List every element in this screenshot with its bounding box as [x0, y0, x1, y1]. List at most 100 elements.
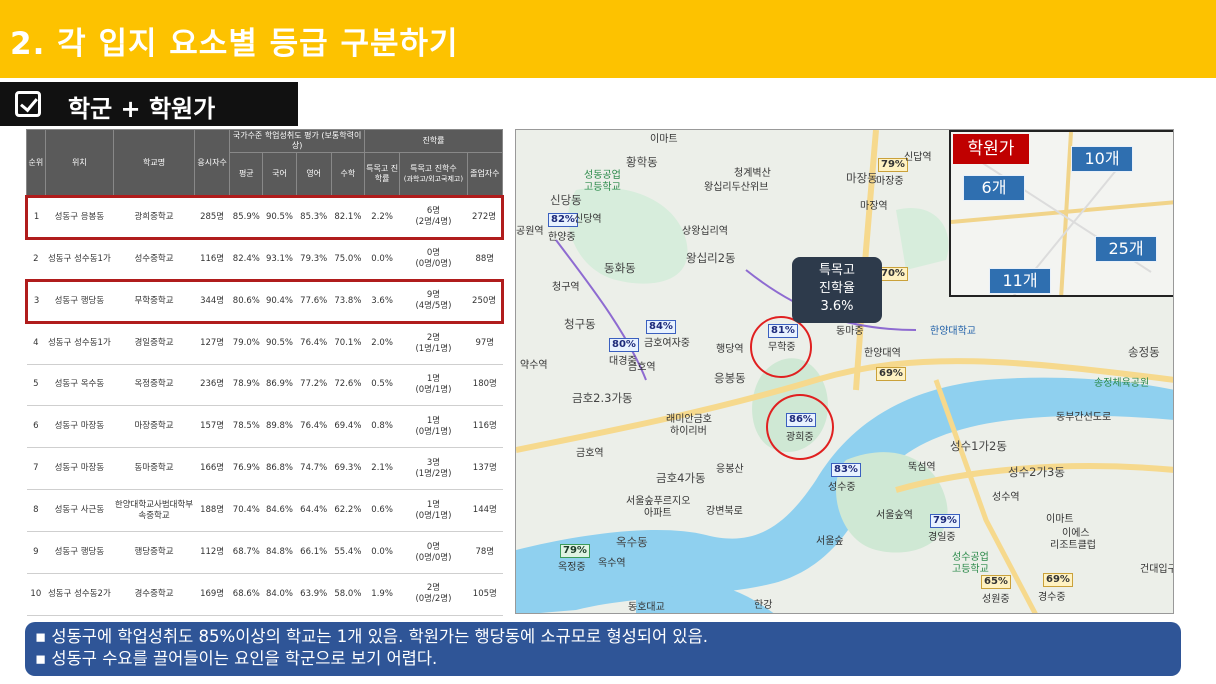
label-gyeongil: 경일중 [928, 532, 956, 543]
avg-cell: 70.4% [229, 489, 263, 533]
label-emart-2: 이마트 [1046, 514, 1074, 525]
label-songjeong-park: 송정체육공원 [1094, 378, 1150, 389]
label-gwanghui: 광희중 [786, 432, 814, 443]
location-cell: 성동구 성수동1가 [45, 238, 114, 281]
special-count-breakdown: (0명/0명) [415, 552, 452, 563]
special-count-cell: 1명 (0명/1명) [399, 489, 468, 533]
special-rate-cell: 2.0% [364, 322, 400, 365]
rank-cell: 2 [26, 238, 46, 281]
marker-69-gyeongsu: 69% [1043, 573, 1073, 587]
grads-cell: 137명 [467, 447, 503, 491]
label-seongsu-mid: 성수중 [828, 482, 856, 493]
special-rate-cell: 2.2% [364, 195, 400, 240]
header-achievement-group: 국가수준 학업성취도 평가 (보통학력이상) [229, 129, 365, 153]
label-geumho-girls: 금호여자중 [644, 338, 690, 349]
label-wangsimni2: 왕십리2동 [686, 251, 736, 265]
table-body: 1 성동구 응봉동 광희중학교 285명 85.9% 90.5% 85.3% 82.1% 2.2… [25, 195, 505, 616]
special-count-breakdown: (1명/1명) [415, 343, 452, 354]
label-cheonggye: 청계벽산 [734, 168, 771, 179]
avg-cell: 68.7% [229, 531, 263, 575]
avg-cell: 68.6% [229, 573, 263, 616]
location-cell: 성동구 행당동 [45, 531, 114, 575]
special-rate-cell: 0.0% [364, 531, 400, 575]
slide-title: 2. 각 입지 요소별 등급 구분하기 [10, 26, 459, 62]
exam-count-cell: 344명 [194, 278, 230, 324]
label-dongho-bridge: 동호대교 [628, 602, 665, 613]
table-row: 7 성동구 마장동 동마중학교 166명 76.9% 86.8% 74.7% 69.3% 2.1… [26, 447, 503, 491]
korean-cell: 84.6% [262, 489, 297, 533]
math-cell: 55.4% [331, 531, 365, 575]
label-muhak: 무학중 [768, 342, 796, 353]
avg-cell: 80.6% [229, 278, 263, 324]
callout-line-3: 3.6% [820, 299, 854, 314]
english-cell: 63.9% [296, 573, 332, 616]
avg-cell: 85.9% [229, 195, 263, 240]
grads-cell: 88명 [467, 238, 503, 281]
label-eungbongsan: 응봉산 [716, 464, 744, 475]
school-cell: 한양대학교사범대학부속중학교 [113, 489, 195, 533]
header-location: 위치 [44, 129, 115, 197]
label-geumho4: 금호4가동 [656, 471, 706, 485]
label-park-stn: 공원역 [516, 226, 544, 237]
table-row: 5 성동구 옥수동 옥정중학교 236명 78.9% 86.9% 77.2% 72.6% 0.5… [26, 364, 503, 407]
english-cell: 77.6% [296, 278, 332, 324]
label-hiriver: 하이리버 [670, 426, 707, 437]
label-oksu-dong: 옥수동 [616, 535, 648, 549]
label-yaksu: 약수역 [520, 360, 548, 371]
label-okjeong: 옥정중 [558, 562, 586, 573]
label-donghwa: 동화동 [604, 261, 636, 275]
label-geumho23: 금호2.3가동 [572, 391, 633, 405]
special-rate-cell: 1.9% [364, 573, 400, 616]
english-cell: 66.1% [296, 531, 332, 575]
rank-cell: 6 [26, 405, 46, 449]
summary-line-1: ▪ 성동구에 학업성취도 85%이상의 학교는 1개 있음. 학원가는 행당동에… [35, 627, 709, 646]
special-rate-cell: 0.6% [364, 489, 400, 533]
special-count-total: 9명 [426, 290, 441, 301]
header-special-count-sub: (과학고/외고국제고) [403, 175, 464, 183]
special-count-breakdown: (1명/2명) [415, 468, 452, 479]
english-cell: 79.3% [296, 238, 332, 281]
special-count-cell: 6명 (2명/4명) [399, 195, 468, 240]
grads-cell: 105명 [467, 573, 503, 616]
english-cell: 77.2% [296, 364, 332, 407]
header-english: 영어 [295, 152, 332, 197]
marker-84: 84% [646, 320, 676, 334]
math-cell: 69.4% [331, 405, 365, 449]
location-cell: 성동구 응봉동 [45, 195, 114, 240]
label-geumho-stn-2: 금호역 [576, 448, 604, 459]
special-count-cell: 2명 (0명/2명) [399, 573, 468, 616]
label-seongsu-stn: 성수역 [992, 492, 1020, 503]
school-cell: 경수중학교 [113, 573, 195, 616]
exam-count-cell: 166명 [194, 447, 230, 491]
rank-cell: 3 [25, 278, 46, 324]
grads-cell: 250명 [467, 278, 505, 324]
rank-cell: 1 [25, 195, 46, 240]
exam-count-cell: 285명 [194, 195, 230, 240]
label-gangbyeon: 강변북로 [706, 506, 743, 517]
summary-box: ▪ 성동구에 학업성취도 85%이상의 학교는 1개 있음. 학원가는 행당동에… [25, 622, 1181, 676]
marker-86: 86% [786, 413, 816, 427]
park-2 [896, 208, 949, 270]
inset-header: 학원가 [953, 134, 1029, 164]
special-count-cell: 0명 (0명/0명) [399, 238, 468, 281]
academy-count-3: 25개 [1095, 236, 1157, 262]
label-hangang: 한강 [754, 600, 773, 611]
location-cell: 성동구 마장동 [45, 405, 114, 449]
header-special-count: 특목고 진학수 (과학고/외고국제고) [399, 152, 468, 197]
special-count-breakdown: (0명/1명) [415, 385, 452, 395]
grads-cell: 78명 [467, 531, 503, 575]
rank-cell: 8 [26, 489, 46, 533]
korean-cell: 89.8% [262, 405, 297, 449]
academy-count-1: 10개 [1071, 146, 1133, 172]
special-high-callout: 특목고 진학율 3.6% [792, 257, 882, 323]
label-majang-stn: 마장역 [860, 201, 888, 212]
label-dongma: 동마중 [836, 326, 864, 337]
summary-line-2: ▪ 성동구 수요를 끌어들이는 요인을 학군으로 보기 어렵다. [35, 649, 438, 668]
label-majang-mid: 마장중 [876, 176, 904, 187]
label-hwanghak: 황학동 [626, 155, 658, 169]
special-count-total: 1명 [426, 373, 441, 384]
korean-cell: 84.0% [262, 573, 297, 616]
label-eungbong-dong: 응봉동 [714, 371, 746, 385]
special-count-total: 3명 [426, 457, 441, 468]
table-row: 10 성동구 성수동2가 경수중학교 169명 68.6% 84.0% 63.9% 58.0%… [26, 573, 503, 616]
